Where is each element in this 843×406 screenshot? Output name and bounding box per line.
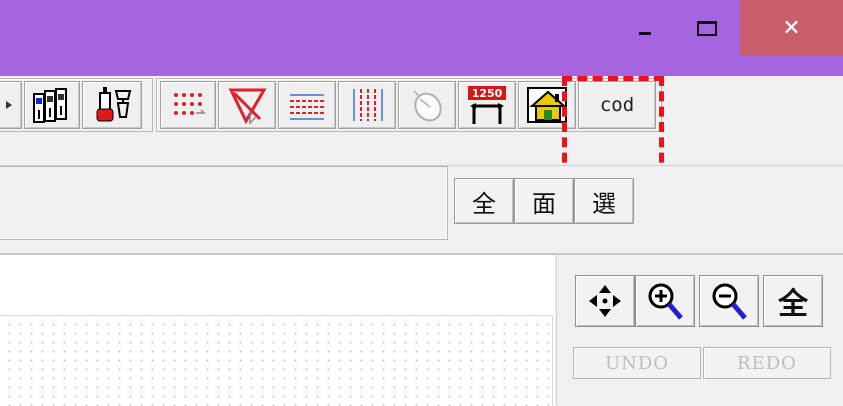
cod-label: cod (599, 94, 635, 116)
partial-tool-button[interactable] (0, 81, 22, 129)
maximize-icon (697, 20, 717, 36)
scale-button[interactable]: 1250 (458, 81, 516, 129)
triangle-ruler-button[interactable] (218, 81, 276, 129)
zoom-out-button[interactable] (699, 275, 759, 327)
drawing-canvas[interactable] (0, 315, 553, 406)
lamp-tools-button[interactable] (82, 81, 142, 129)
partial-arrow-icon (6, 101, 12, 109)
lower-area: 全 UNDO REDO (0, 255, 843, 406)
horizontal-lines-icon (290, 94, 324, 120)
redo-button[interactable]: REDO (703, 347, 831, 379)
triangle-ruler-icon (228, 88, 267, 125)
binders-icon (33, 88, 67, 123)
main-toolbar: 1250 cod (0, 76, 843, 166)
zoom-all-button[interactable]: 全 (763, 275, 823, 327)
dot-grid-icon (174, 93, 206, 115)
close-button[interactable]: ✕ (740, 0, 843, 56)
select-plane-button[interactable]: 面 (514, 178, 574, 224)
vertical-lines-button[interactable] (338, 81, 396, 129)
house-button[interactable] (518, 81, 576, 129)
select-button[interactable]: 選 (574, 178, 634, 224)
zoom-in-button[interactable] (635, 275, 695, 327)
lamp-tools-icon (96, 87, 132, 122)
horizontal-lines-button[interactable] (278, 81, 336, 129)
info-field (0, 166, 448, 240)
zoom-in-icon (648, 283, 683, 320)
minimize-button[interactable] (616, 0, 674, 56)
scale-icon: 1250 (468, 86, 506, 124)
pan-arrows-icon (589, 285, 621, 317)
pan-button[interactable] (575, 275, 635, 327)
undo-button[interactable]: UNDO (573, 347, 701, 379)
cod-button[interactable]: cod (578, 81, 656, 129)
close-icon: ✕ (782, 15, 801, 41)
navigation-panel: 全 UNDO REDO (556, 255, 843, 405)
maximize-button[interactable] (676, 0, 738, 56)
select-all-button[interactable]: 全 (454, 178, 514, 224)
binders-button[interactable] (24, 81, 80, 129)
mouse-button[interactable] (398, 81, 456, 129)
vertical-lines-icon (353, 89, 383, 121)
dot-grid-button[interactable] (160, 81, 216, 129)
title-bar: ✕ (0, 0, 843, 76)
mouse-icon (413, 90, 442, 122)
secondary-toolbar: 全 面 選 (0, 166, 843, 255)
zoom-all-icon: 全 (778, 287, 808, 322)
minimize-icon (639, 31, 651, 35)
zoom-out-icon (712, 283, 747, 320)
house-icon (527, 87, 567, 123)
workspace-panel (0, 255, 555, 406)
scale-label: 1250 (472, 87, 503, 100)
